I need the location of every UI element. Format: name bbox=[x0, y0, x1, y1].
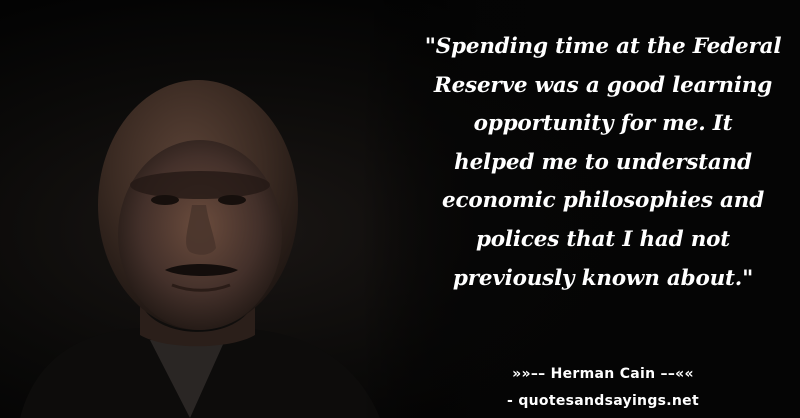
quote-line: opportunity for me. It bbox=[473, 111, 733, 137]
quote-line: polices that I had not bbox=[475, 226, 731, 252]
quote-card: "Spending time at the Federal Reserve wa… bbox=[0, 0, 800, 418]
quote-text: "Spending time at the Federal Reserve wa… bbox=[418, 28, 788, 298]
quote-line: economic philosophies and bbox=[441, 188, 765, 214]
quote-line: Reserve was a good learning bbox=[433, 72, 773, 98]
quote-line: "Spending time at the Federal bbox=[424, 34, 782, 59]
quote-line: helped me to understand bbox=[454, 149, 752, 175]
site-credit: - quotesandsayings.net bbox=[507, 393, 699, 409]
quote-author: »»–– Herman Cain ––«« bbox=[512, 366, 694, 382]
quote-line: previously known about." bbox=[452, 265, 754, 291]
